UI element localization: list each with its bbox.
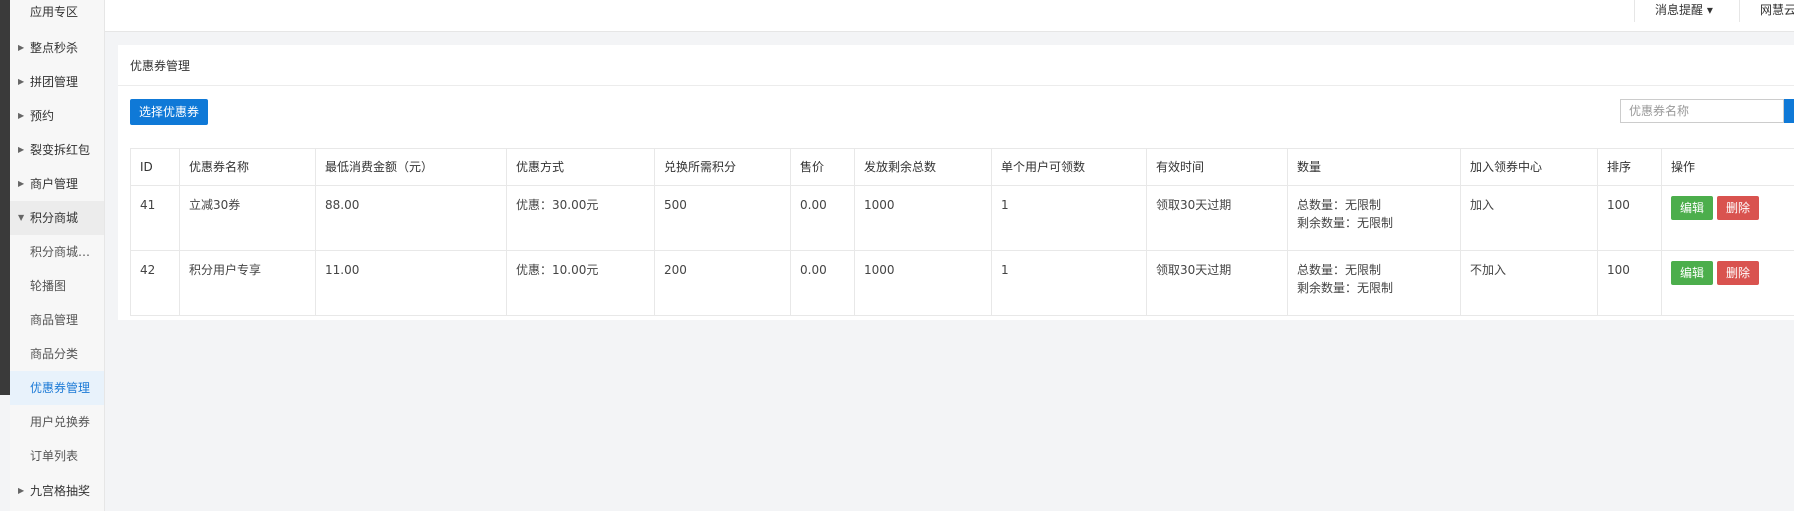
cell-min-spend: 11.00 <box>315 250 507 316</box>
divider <box>118 85 1794 86</box>
cell-sort: 100 <box>1597 185 1662 251</box>
cell-id: 41 <box>130 185 180 251</box>
cell-remaining: 1000 <box>854 185 992 251</box>
sidebar-item-label: 裂变拆红包 <box>30 143 91 157</box>
sidebar-subitem-orders[interactable]: 订单列表 <box>10 439 104 473</box>
sidebar-item-label: 商品管理 <box>30 313 79 327</box>
sidebar-item-label: 商品分类 <box>30 347 79 361</box>
cell-name: 立减30券 <box>179 185 316 251</box>
notifications-dropdown[interactable]: 消息提醒 ▾ <box>1634 0 1737 22</box>
cell-points: 500 <box>654 185 791 251</box>
cell-discount: 优惠：10.00元 <box>506 250 655 316</box>
sidebar-item-lottery[interactable]: ▶ 九宫格抽奖 <box>10 474 104 508</box>
column-header: 发放剩余总数 <box>854 148 992 186</box>
edit-button[interactable]: 编辑 <box>1671 196 1713 220</box>
sidebar-item-group-buy[interactable]: ▶ 拼团管理 <box>10 65 104 99</box>
sidebar-subitem-user-coupons[interactable]: 用户兑换券 <box>10 405 104 439</box>
caret-right-icon: ▶ <box>18 77 25 86</box>
column-header: 排序 <box>1597 148 1662 186</box>
column-header: 优惠券名称 <box>179 148 316 186</box>
select-coupon-button[interactable]: 选择优惠券 <box>130 99 208 125</box>
top-bar: 消息提醒 ▾ 网慧云 <box>105 0 1794 32</box>
sidebar-item-flash-sale[interactable]: ▶ 整点秒杀 <box>10 31 104 65</box>
sidebar-item-label: 积分商城… <box>30 245 91 259</box>
cell-per-user: 1 <box>991 185 1147 251</box>
sidebar-item-reservation[interactable]: ▶ 预约 <box>10 99 104 133</box>
sidebar-item-label: 轮播图 <box>30 279 67 293</box>
caret-right-icon: ▶ <box>18 43 25 52</box>
sidebar-subitem-products[interactable]: 商品管理 <box>10 303 104 337</box>
cell-min-spend: 88.00 <box>315 185 507 251</box>
column-header: 优惠方式 <box>506 148 655 186</box>
coupon-name-search-input[interactable] <box>1620 99 1784 123</box>
sidebar-item-label: 九宫格抽奖 <box>30 484 91 498</box>
quantity-total: 总数量：无限制 <box>1297 198 1382 212</box>
quantity-left: 剩余数量：无限制 <box>1297 216 1394 230</box>
caret-right-icon: ▶ <box>18 145 25 154</box>
caret-right-icon: ▶ <box>18 111 25 120</box>
cell-coupon-center: 加入 <box>1460 185 1598 251</box>
caret-right-icon: ▶ <box>18 486 25 495</box>
cell-quantity: 总数量：无限制 剩余数量：无限制 <box>1287 250 1461 316</box>
table-row: 41 立减30券 88.00 优惠：30.00元 500 0.00 1000 1… <box>130 185 1794 251</box>
column-header: 单个用户可领数 <box>991 148 1147 186</box>
sidebar-item-label: 拼团管理 <box>30 75 79 89</box>
sidebar-item-merchants[interactable]: ▶ 商户管理 <box>10 167 104 201</box>
caret-down-icon: ▼ <box>18 213 25 222</box>
cell-per-user: 1 <box>991 250 1147 316</box>
cell-coupon-center: 不加入 <box>1460 250 1598 316</box>
window-edge <box>0 0 10 395</box>
cell-name: 积分用户专享 <box>179 250 316 316</box>
quantity-total: 总数量：无限制 <box>1297 263 1382 277</box>
sidebar-subitem-coupons[interactable]: 优惠券管理 <box>10 371 104 405</box>
delete-button[interactable]: 删除 <box>1717 261 1759 285</box>
sidebar-subitem-points-mall-settings[interactable]: 积分商城… <box>10 235 104 269</box>
sidebar-item-label: 整点秒杀 <box>30 41 79 55</box>
column-header: ID <box>130 148 180 186</box>
cell-quantity: 总数量：无限制 剩余数量：无限制 <box>1287 185 1461 251</box>
cell-remaining: 1000 <box>854 250 992 316</box>
cell-id: 42 <box>130 250 180 316</box>
cell-points: 200 <box>654 250 791 316</box>
cell-actions: 编辑 删除 <box>1661 250 1794 316</box>
edit-button[interactable]: 编辑 <box>1671 261 1713 285</box>
table-row: 42 积分用户专享 11.00 优惠：10.00元 200 0.00 1000 … <box>130 250 1794 316</box>
column-header: 数量 <box>1287 148 1461 186</box>
search-button[interactable] <box>1784 99 1794 123</box>
sidebar-subitem-carousel[interactable]: 轮播图 <box>10 269 104 303</box>
sidebar: 应用专区 ▶ 整点秒杀 ▶ 拼团管理 ▶ 预约 ▶ 裂变拆红包 ▶ 商户管理 ▼ 积分商城 … <box>10 0 105 511</box>
column-header: 最低消费金额（元） <box>315 148 507 186</box>
table-header-row: ID 优惠券名称 最低消费金额（元） 优惠方式 兑换所需积分 售价 发放剩余总数… <box>130 148 1794 186</box>
column-header: 加入领券中心 <box>1460 148 1598 186</box>
sidebar-item-label: 应用专区 <box>30 5 79 19</box>
cell-price: 0.00 <box>790 185 855 251</box>
sidebar-item-red-packet[interactable]: ▶ 裂变拆红包 <box>10 133 104 167</box>
cell-discount: 优惠：30.00元 <box>506 185 655 251</box>
sidebar-item-label: 订单列表 <box>30 449 79 463</box>
sidebar-item-label: 优惠券管理 <box>30 381 91 395</box>
cell-actions: 编辑 删除 <box>1661 185 1794 251</box>
sidebar-subitem-categories[interactable]: 商品分类 <box>10 337 104 371</box>
sidebar-item-label: 积分商城 <box>30 211 79 225</box>
coupon-table: ID 优惠券名称 最低消费金额（元） 优惠方式 兑换所需积分 售价 发放剩余总数… <box>130 148 1794 316</box>
cell-valid-time: 领取30天过期 <box>1146 185 1288 251</box>
sidebar-item-label: 用户兑换券 <box>30 415 91 429</box>
sidebar-item-label: 商户管理 <box>30 177 79 191</box>
column-header: 有效时间 <box>1146 148 1288 186</box>
account-menu[interactable]: 网慧云 <box>1739 0 1794 22</box>
quantity-left: 剩余数量：无限制 <box>1297 281 1394 295</box>
cell-valid-time: 领取30天过期 <box>1146 250 1288 316</box>
column-header: 操作 <box>1661 148 1794 186</box>
coupon-management-panel: 优惠券管理 选择优惠券 ID 优惠券名称 最低消费金额（元） 优惠方式 兑换所需… <box>118 45 1794 320</box>
column-header: 兑换所需积分 <box>654 148 791 186</box>
cell-sort: 100 <box>1597 250 1662 316</box>
delete-button[interactable]: 删除 <box>1717 196 1759 220</box>
column-header: 售价 <box>790 148 855 186</box>
page-title: 优惠券管理 <box>130 59 191 73</box>
sidebar-item-label: 预约 <box>30 109 55 123</box>
caret-right-icon: ▶ <box>18 179 25 188</box>
cell-price: 0.00 <box>790 250 855 316</box>
sidebar-item-points-mall[interactable]: ▼ 积分商城 <box>10 201 104 235</box>
sidebar-item-app-zone[interactable]: 应用专区 <box>10 0 104 29</box>
